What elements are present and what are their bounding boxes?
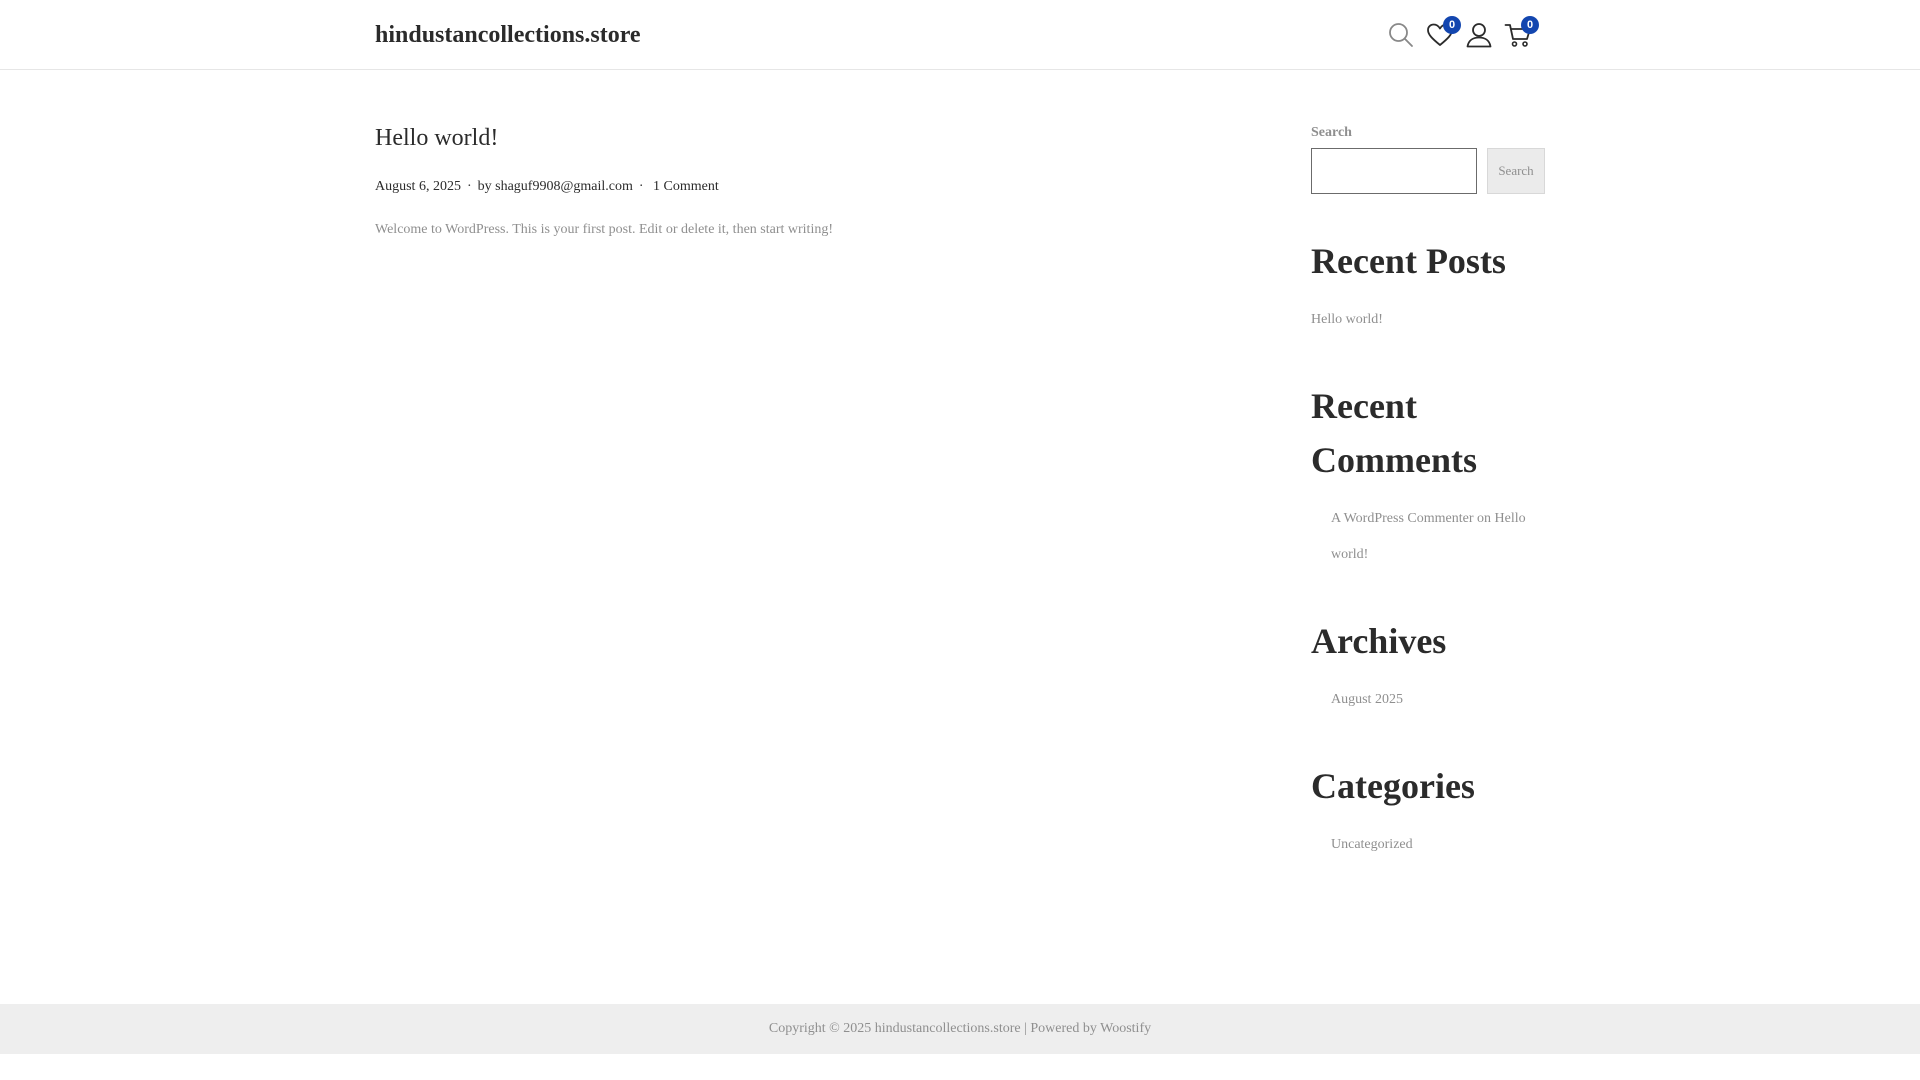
recent-post-link[interactable]: Hello world! — [1311, 302, 1383, 338]
recent-posts-heading: Recent Posts — [1311, 241, 1506, 281]
post-title[interactable]: Hello world! — [375, 122, 498, 154]
meta-separator: · — [466, 179, 472, 194]
archives-heading: Archives — [1311, 621, 1447, 661]
post-title-link[interactable]: Hello world! — [375, 125, 498, 151]
site-header: hindustancollections.store 0 0 — [0, 0, 1920, 70]
meta-separator: · — [638, 179, 644, 194]
post-comments-link[interactable]: 1 Comment — [653, 179, 719, 194]
account-icon-button[interactable] — [1464, 20, 1494, 50]
category-link[interactable]: Uncategorized — [1331, 827, 1413, 863]
comment-author-link[interactable]: A WordPress Commenter — [1331, 511, 1474, 526]
search-input[interactable] — [1311, 148, 1477, 194]
user-icon — [1464, 20, 1494, 50]
wishlist-count-badge: 0 — [1443, 16, 1461, 34]
recent-comments-heading: Recent Comments — [1311, 379, 1477, 487]
footer-copyright: Copyright © 2025 hindustancollections.st… — [768, 1021, 1152, 1036]
recent-comments-heading-line1: Recent — [1311, 386, 1417, 426]
post-date-link[interactable]: August 6, 2025 — [375, 179, 461, 194]
comment-post-link[interactable]: Hello — [1495, 511, 1526, 526]
search-button[interactable]: Search — [1487, 148, 1545, 194]
archive-link[interactable]: August 2025 — [1331, 682, 1403, 718]
recent-comment-item: A WordPress Commenter on Hello — [1331, 501, 1526, 537]
search-icon[interactable] — [1386, 20, 1416, 50]
site-footer: Copyright © 2025 hindustancollections.st… — [0, 1004, 1920, 1054]
recent-comments-heading-line2: Comments — [1311, 440, 1477, 480]
site-title-link[interactable]: hindustancollections.store — [375, 19, 641, 51]
comment-post-link-continued[interactable]: world! — [1331, 537, 1368, 573]
cart-count-badge: 0 — [1521, 16, 1539, 34]
wishlist-button[interactable]: 0 — [1425, 16, 1461, 50]
author-prefix: by — [477, 179, 492, 194]
post-author-link[interactable]: shaguf9908@gmail.com — [495, 179, 633, 194]
categories-heading: Categories — [1311, 766, 1475, 806]
post-excerpt: Welcome to WordPress. This is your first… — [375, 222, 833, 237]
cart-button[interactable]: 0 — [1503, 16, 1539, 50]
post-meta: August 6, 2025 · by shaguf9908@gmail.com · … — [375, 177, 719, 197]
comment-connector: on — [1477, 511, 1491, 526]
search-label: Search — [1311, 125, 1352, 140]
